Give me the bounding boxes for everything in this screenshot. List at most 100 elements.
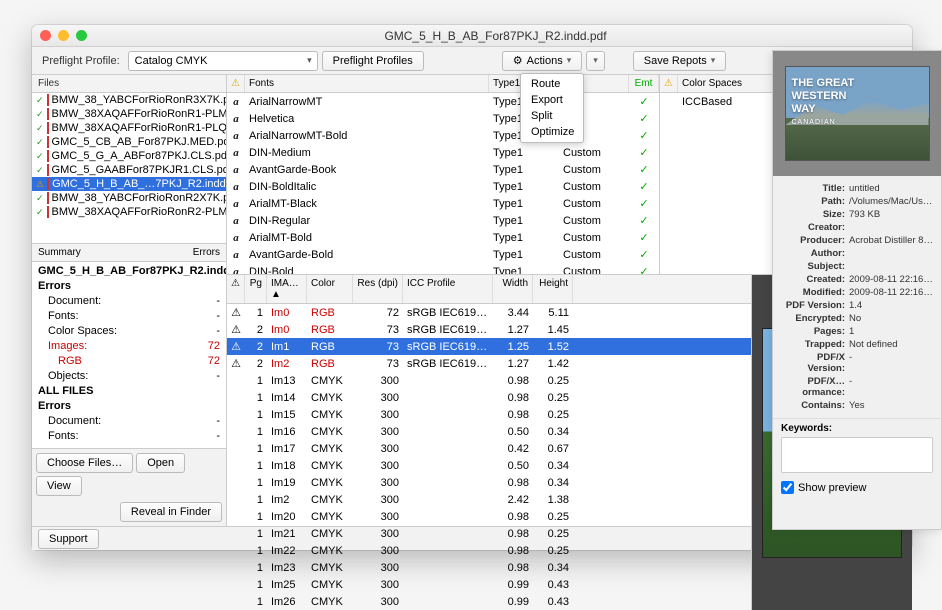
images-table[interactable]: ⚠ Pg IMA… ▲ Color Res (dpi) ICC Profile …: [227, 275, 752, 610]
show-preview-check[interactable]: [781, 481, 794, 494]
pdf-icon: [47, 108, 49, 120]
file-row[interactable]: ✓BMW_38XAQAFForRioRonR1-PLM.pdf: [32, 107, 226, 121]
chevron-down-icon: ▾: [567, 55, 572, 66]
file-name: GMC_5_H_B_AB_…7PKJ_R2.indd.pdf: [52, 178, 226, 190]
font-row[interactable]: aArialNarrowMT-BoldType1✓: [227, 127, 659, 144]
file-name: BMW_38XAQAFForRioRonR1-PLM.pdf: [52, 108, 226, 120]
file-row[interactable]: ✓GMC_5_CB_AB_For87PKJ.MED.pdf: [32, 135, 226, 149]
left-sidebar: Files ✓BMW_38_YABCForRioRonR3X7K.pdf✓BMW…: [32, 75, 227, 526]
summary-filename: GMC_5_H_B_AB_For87PKJ_R2.indd.pdf: [32, 264, 226, 279]
warning-icon: [227, 465, 245, 467]
file-buttons: Choose Files… Open View Reveal in Finder: [32, 448, 226, 526]
menu-item-optimize[interactable]: Optimize: [521, 124, 583, 140]
choose-files-button[interactable]: Choose Files…: [36, 453, 133, 473]
image-row[interactable]: ⚠2Im1RGB73sRGB IEC6196…1.251.52: [227, 338, 751, 355]
check-icon: ✓: [36, 164, 44, 176]
pdf-icon: [47, 178, 49, 190]
image-row[interactable]: 1Im19CMYK3000.980.34: [227, 474, 751, 491]
summary-row: RGB72: [32, 354, 226, 369]
show-preview-checkbox[interactable]: Show preview: [773, 477, 941, 498]
check-icon: ✓: [36, 136, 44, 148]
file-row[interactable]: ✓GMC_5_G_A_ABFor87PKJ.CLS.pdf: [32, 149, 226, 163]
support-button[interactable]: Support: [38, 529, 99, 549]
keywords-input[interactable]: [781, 437, 933, 473]
image-row[interactable]: 1Im20CMYK3000.980.25: [227, 508, 751, 525]
font-icon: a: [227, 112, 245, 126]
summary-row: Color Spaces:-: [32, 324, 226, 339]
file-row[interactable]: ✓BMW_38_YABCForRioRonR3X7K.pdf: [32, 93, 226, 107]
image-row[interactable]: 1Im13CMYK3000.980.25: [227, 372, 751, 389]
files-header: Files: [32, 75, 226, 93]
warning-icon: [227, 550, 245, 552]
pdf-icon: [47, 94, 49, 106]
actions-dropdown-toggle[interactable]: ▾: [586, 51, 605, 71]
close-icon[interactable]: [40, 30, 51, 41]
font-row[interactable]: aDIN-BoldType1Custom✓: [227, 263, 659, 274]
image-row[interactable]: ⚠1Im0RGB72sRGB IEC6196…3.445.11: [227, 304, 751, 321]
meta-row: Author:: [781, 247, 933, 260]
file-row[interactable]: ✓BMW_38XAQAFForRioRonR1-PLQ.pdf: [32, 121, 226, 135]
image-row[interactable]: 1Im18CMYK3000.500.34: [227, 457, 751, 474]
minimize-icon[interactable]: [58, 30, 69, 41]
image-row[interactable]: 1Im2CMYK3002.421.38: [227, 491, 751, 508]
font-row[interactable]: aDIN-BoldItalicType1Custom✓: [227, 178, 659, 195]
pdf-icon: [47, 150, 49, 162]
window-title: GMC_5_H_B_AB_For87PKJ_R2.indd.pdf: [87, 29, 904, 43]
font-row[interactable]: aArialMT-BoldType1Custom✓: [227, 229, 659, 246]
reveal-in-finder-button[interactable]: Reveal in Finder: [120, 502, 222, 522]
pdf-icon: [47, 136, 49, 148]
meta-row: Size:793 KB: [781, 208, 933, 221]
font-icon: a: [227, 180, 245, 194]
image-row[interactable]: 1Im14CMYK3000.980.25: [227, 389, 751, 406]
font-row[interactable]: aDIN-MediumType1Custom✓: [227, 144, 659, 161]
image-row[interactable]: 1Im26CMYK3000.990.43: [227, 593, 751, 610]
menu-item-split[interactable]: Split: [521, 108, 583, 124]
image-row[interactable]: 1Im17CMYK3000.420.67: [227, 440, 751, 457]
summary-row: Fonts:-: [32, 429, 226, 444]
image-row[interactable]: 1Im23CMYK3000.980.34: [227, 559, 751, 576]
image-row[interactable]: ⚠2Im2RGB73sRGB IEC6196…1.271.42: [227, 355, 751, 372]
summary-row: Document:-: [32, 414, 226, 429]
pdf-icon: [47, 206, 49, 218]
file-list[interactable]: ✓BMW_38_YABCForRioRonR3X7K.pdf✓BMW_38XAQ…: [32, 93, 226, 243]
image-row[interactable]: 1Im25CMYK3000.990.43: [227, 576, 751, 593]
image-row[interactable]: 1Im15CMYK3000.980.25: [227, 406, 751, 423]
summary-row: Objects:-: [32, 369, 226, 384]
file-row[interactable]: ✓GMC_5_GAABFor87PKJR1.CLS.pdf: [32, 163, 226, 177]
image-row[interactable]: 1Im22CMYK3000.980.25: [227, 542, 751, 559]
image-row[interactable]: 1Im21CMYK3000.980.25: [227, 525, 751, 542]
font-row[interactable]: aAvantGarde-BookType1Custom✓: [227, 161, 659, 178]
file-row[interactable]: ⚠GMC_5_H_B_AB_…7PKJ_R2.indd.pdf: [32, 177, 226, 191]
font-row[interactable]: aDIN-RegularType1Custom✓: [227, 212, 659, 229]
fonts-table[interactable]: ⚠ Fonts Type1 Emt aArialNarrowMTType1✓aH…: [227, 75, 660, 274]
actions-menu[interactable]: RouteExportSplitOptimize: [520, 73, 584, 143]
warning-icon: [227, 380, 245, 382]
keywords-section: Keywords:: [773, 418, 941, 477]
warning-icon: [227, 448, 245, 450]
meta-row: PDF/X Version:-: [781, 351, 933, 375]
meta-row: PDF/X…ormance:-: [781, 375, 933, 399]
file-name: GMC_5_G_A_ABFor87PKJ.CLS.pdf: [52, 150, 226, 162]
open-button[interactable]: Open: [136, 453, 185, 473]
menu-item-export[interactable]: Export: [521, 92, 583, 108]
image-row[interactable]: 1Im16CMYK3000.500.34: [227, 423, 751, 440]
font-row[interactable]: aHelveticaType1✓: [227, 110, 659, 127]
actions-button[interactable]: ⚙Actions▾: [502, 51, 582, 71]
font-row[interactable]: aAvantGarde-BoldType1Custom✓: [227, 246, 659, 263]
preflight-profiles-button[interactable]: Preflight Profiles: [322, 51, 424, 71]
view-button[interactable]: View: [36, 476, 82, 496]
font-row[interactable]: aArialNarrowMTType1✓: [227, 93, 659, 110]
zoom-icon[interactable]: [76, 30, 87, 41]
save-reports-button[interactable]: Save Repots▾: [633, 51, 727, 71]
font-icon: a: [227, 214, 245, 228]
font-row[interactable]: aArialMT-BlackType1Custom✓: [227, 195, 659, 212]
file-row[interactable]: ✓BMW_38XAQAFForRioRonR2-PLM.pdf: [32, 205, 226, 219]
profile-select[interactable]: Catalog CMYK: [128, 51, 318, 71]
menu-item-route[interactable]: Route: [521, 76, 583, 92]
summary-body[interactable]: GMC_5_H_B_AB_For87PKJ_R2.indd.pdfErrorsD…: [32, 262, 226, 448]
file-row[interactable]: ✓BMW_38_YABCForRioRonR2X7K.pdf: [32, 191, 226, 205]
image-row[interactable]: ⚠2Im0RGB73sRGB IEC6196…1.271.45: [227, 321, 751, 338]
warning-icon: [227, 482, 245, 484]
profile-label: Preflight Profile:: [38, 55, 124, 67]
fonts-header: ⚠ Fonts Type1 Emt: [227, 75, 659, 93]
